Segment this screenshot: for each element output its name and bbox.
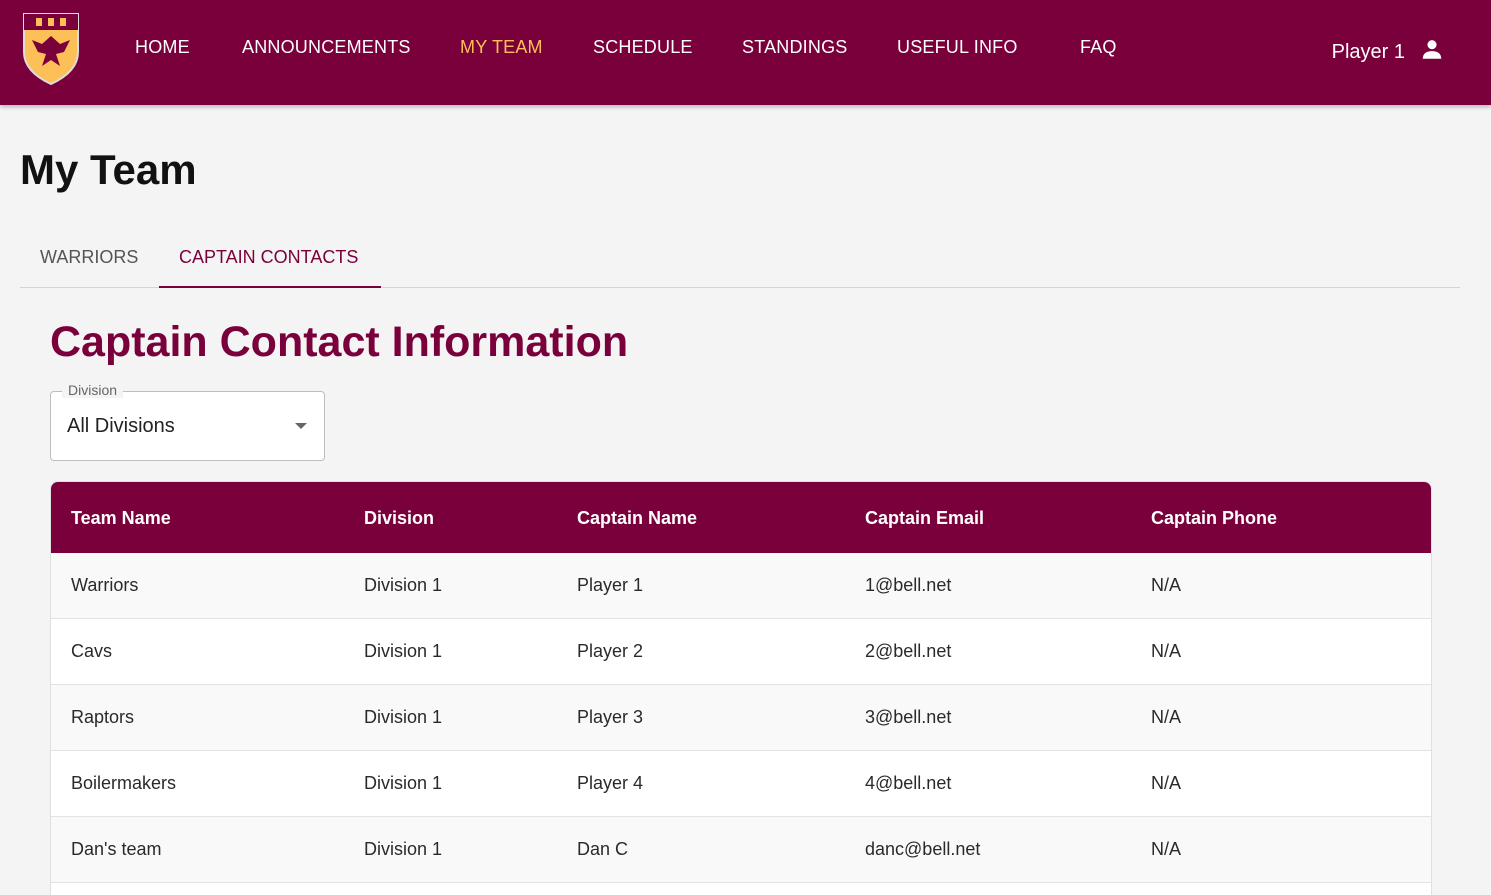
cell-captain-name: Player 4 — [577, 773, 644, 793]
table-row: Boilermakers Division 1 Player 4 4@bell.… — [51, 751, 1431, 817]
cell-captain-name: Player 3 — [577, 707, 644, 727]
cell-team-name: Dan's team — [71, 839, 162, 859]
cell-division: Division 1 — [364, 839, 443, 859]
captain-contacts-table: Team Name Division Captain Name Captain … — [50, 481, 1432, 895]
cell-captain-email: 1@bell.net — [865, 575, 952, 595]
cell-captain-name: Player 1 — [577, 575, 644, 595]
column-header-captain-name[interactable]: Captain Name — [577, 508, 697, 529]
table-row: Raptors Division 1 Player 3 3@bell.net N… — [51, 685, 1431, 751]
cell-captain-email: 2@bell.net — [865, 641, 952, 661]
column-header-captain-phone[interactable]: Captain Phone — [1151, 508, 1277, 529]
tab-captain-contacts[interactable]: CAPTAIN CONTACTS — [159, 234, 381, 288]
table-header: Team Name Division Captain Name Captain … — [51, 482, 1431, 553]
cell-team-name: Raptors — [71, 707, 135, 727]
cell-captain-email: 4@bell.net — [865, 773, 952, 793]
cell-captain-phone: N/A — [1151, 575, 1182, 595]
nav-my-team[interactable]: MY TEAM — [460, 37, 543, 58]
cell-division: Division 1 — [364, 575, 443, 595]
table-body: Warriors Division 1 Player 1 1@bell.net … — [51, 553, 1431, 883]
division-select-label: Division — [62, 382, 124, 398]
cell-captain-email: danc@bell.net — [865, 839, 981, 859]
dropdown-arrow-icon — [295, 423, 307, 429]
cell-team-name: Cavs — [71, 641, 113, 661]
nav-announcements[interactable]: ANNOUNCEMENTS — [242, 37, 411, 58]
cell-captain-phone: N/A — [1151, 839, 1182, 859]
cell-captain-name: Player 2 — [577, 641, 644, 661]
cell-team-name: Boilermakers — [71, 773, 177, 793]
nav-home[interactable]: HOME — [135, 37, 190, 58]
division-select[interactable]: Division All Divisions — [50, 382, 325, 461]
user-name: Player 1 — [1331, 40, 1405, 63]
nav-faq[interactable]: FAQ — [1080, 37, 1117, 58]
nav-schedule[interactable]: SCHEDULE — [593, 37, 693, 58]
table-row: Warriors Division 1 Player 1 1@bell.net … — [51, 553, 1431, 619]
column-header-division[interactable]: Division — [364, 508, 434, 529]
nav-standings[interactable]: STANDINGS — [742, 37, 847, 58]
nav-useful-info[interactable]: USEFUL INFO — [897, 37, 1018, 58]
cell-team-name: Warriors — [71, 575, 139, 595]
page-title: My Team — [20, 146, 197, 193]
top-navigation-bar: HOME ANNOUNCEMENTS MY TEAM SCHEDULE STAN… — [0, 0, 1491, 105]
cell-division: Division 1 — [364, 773, 443, 793]
table-row: Dan's team Division 1 Dan C danc@bell.ne… — [51, 817, 1431, 883]
cell-division: Division 1 — [364, 707, 443, 727]
column-header-team-name[interactable]: Team Name — [71, 508, 171, 529]
column-header-captain-email[interactable]: Captain Email — [865, 508, 984, 529]
cell-division: Division 1 — [364, 641, 443, 661]
cell-captain-phone: N/A — [1151, 773, 1182, 793]
cell-captain-name: Dan C — [577, 839, 629, 859]
person-icon — [1419, 36, 1445, 68]
table-row: Cavs Division 1 Player 2 2@bell.net N/A — [51, 619, 1431, 685]
cell-captain-phone: N/A — [1151, 641, 1182, 661]
crest-logo-icon[interactable] — [20, 10, 82, 86]
team-tabs: WARRIORS CAPTAIN CONTACTS — [20, 234, 1460, 288]
section-title: Captain Contact Information — [50, 318, 629, 366]
user-menu[interactable]: Player 1 — [1332, 36, 1445, 68]
division-select-value: All Divisions — [67, 415, 175, 437]
tab-warriors[interactable]: WARRIORS — [20, 234, 159, 287]
cell-captain-phone: N/A — [1151, 707, 1182, 727]
cell-captain-email: 3@bell.net — [865, 707, 952, 727]
